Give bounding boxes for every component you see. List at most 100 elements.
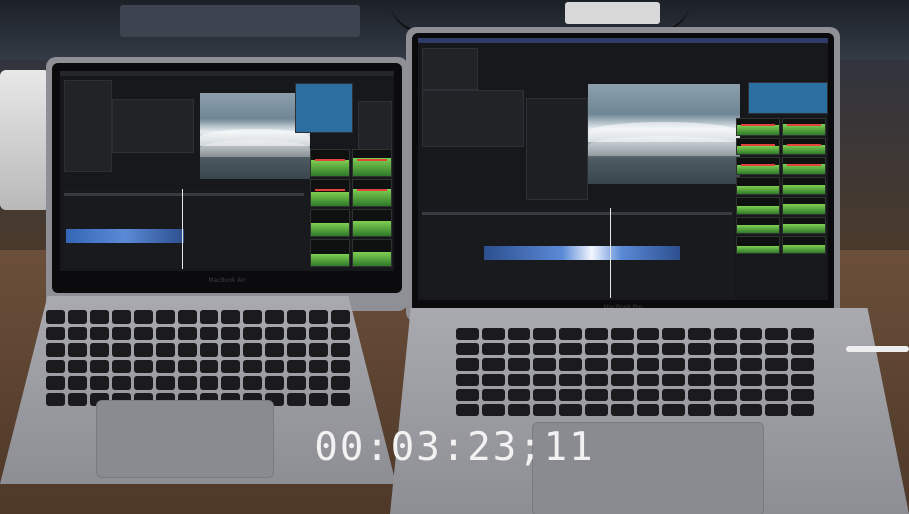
keyboard-key (309, 343, 329, 357)
keyboard-key (111, 310, 131, 324)
keyboard-key (739, 328, 763, 341)
keyboard-key (688, 373, 711, 386)
shelf-device (120, 5, 360, 37)
keyboard-key (287, 392, 307, 406)
keyboard-key (713, 358, 737, 371)
keyboard-key (177, 310, 197, 324)
keyboard-key (791, 343, 814, 356)
keyboard-key (265, 310, 285, 324)
keyboard-key (481, 388, 505, 401)
keyboard-key (177, 326, 197, 340)
keyboard-key (481, 373, 505, 386)
keyboard-key (559, 403, 582, 416)
keyboard-key (133, 376, 153, 390)
keyboard-key (221, 310, 241, 324)
left-screen (60, 71, 394, 271)
left-playhead[interactable] (182, 189, 183, 269)
keyboard-key (177, 359, 197, 373)
keyboard-key (155, 359, 175, 373)
keyboard-key (688, 343, 711, 356)
keyboard-key (481, 328, 505, 341)
keyboard-key (46, 376, 65, 390)
keyboard-key (331, 359, 350, 373)
keyboard-key (533, 343, 557, 356)
keyboard-key (688, 358, 711, 371)
right-playhead[interactable] (610, 208, 611, 298)
keyboard-key (765, 328, 789, 341)
keyboard-key (610, 328, 634, 341)
keyboard-key (584, 328, 608, 341)
keyboard-key (791, 403, 814, 416)
left-viewer (200, 93, 310, 179)
keyboard-key (133, 326, 153, 340)
right-laptop-lid: MacBook Pro (406, 27, 840, 322)
keyboard-key (739, 373, 763, 386)
keyboard-key (765, 403, 789, 416)
keyboard-key (287, 326, 307, 340)
keyboard-key (287, 343, 307, 357)
keyboard-key (287, 310, 307, 324)
right-timeline-clip[interactable] (484, 246, 680, 260)
keyboard-key (199, 326, 219, 340)
keyboard-key (481, 343, 505, 356)
keyboard-key (287, 376, 307, 390)
keyboard-key (67, 359, 87, 373)
keyboard-key (67, 310, 87, 324)
keyboard-key (265, 343, 285, 357)
keyboard-key (610, 358, 634, 371)
keyboard-key (155, 326, 175, 340)
photo-scene: MacBook Air MacBook Pro 00:03:23;11 (0, 0, 909, 514)
keyboard-key (584, 388, 608, 401)
keyboard-key (765, 373, 789, 386)
keyboard-key (199, 359, 219, 373)
keyboard-key (456, 403, 479, 416)
keyboard-key (456, 328, 479, 341)
usb-c-cable (846, 346, 909, 352)
keyboard-key (133, 359, 153, 373)
keyboard-key (610, 373, 634, 386)
keyboard-key (507, 373, 531, 386)
keyboard-key (199, 343, 219, 357)
keyboard-key (584, 343, 608, 356)
keyboard-key (713, 343, 737, 356)
keyboard-key (791, 358, 814, 371)
timecode-overlay: 00:03:23;11 (314, 425, 595, 470)
keyboard-key (533, 358, 557, 371)
keyboard-key (331, 326, 350, 340)
power-adapter (565, 2, 660, 24)
keyboard-key (636, 403, 660, 416)
keyboard-key (67, 376, 87, 390)
keyboard-key (133, 343, 153, 357)
keyboard-key (89, 359, 109, 373)
right-scope-grid (736, 118, 826, 254)
keyboard-key (309, 359, 329, 373)
keyboard-key (662, 358, 686, 371)
keyboard-key (713, 373, 737, 386)
left-browser-panel (64, 80, 112, 172)
keyboard-key (584, 373, 608, 386)
keyboard-key (507, 358, 531, 371)
keyboard-key (507, 328, 531, 341)
left-scope-grid (310, 149, 392, 267)
keyboard-key (331, 343, 350, 357)
left-timeline-clip[interactable] (66, 229, 184, 243)
keyboard-key (688, 403, 711, 416)
keyboard-key (133, 310, 153, 324)
right-waveform-scope (748, 82, 828, 114)
keyboard-key (636, 343, 660, 356)
keyboard-key (610, 403, 634, 416)
left-menubar (60, 71, 394, 76)
keyboard-key (662, 403, 686, 416)
keyboard-key (559, 343, 582, 356)
keyboard-key (662, 343, 686, 356)
keyboard-key (507, 403, 531, 416)
keyboard-key (309, 376, 329, 390)
keyboard-key (713, 328, 737, 341)
keyboard-key (610, 343, 634, 356)
left-timeline (64, 189, 308, 269)
keyboard-key (662, 388, 686, 401)
keyboard-key (765, 388, 789, 401)
keyboard-key (155, 376, 175, 390)
keyboard-key (287, 359, 307, 373)
keyboard-key (688, 388, 711, 401)
